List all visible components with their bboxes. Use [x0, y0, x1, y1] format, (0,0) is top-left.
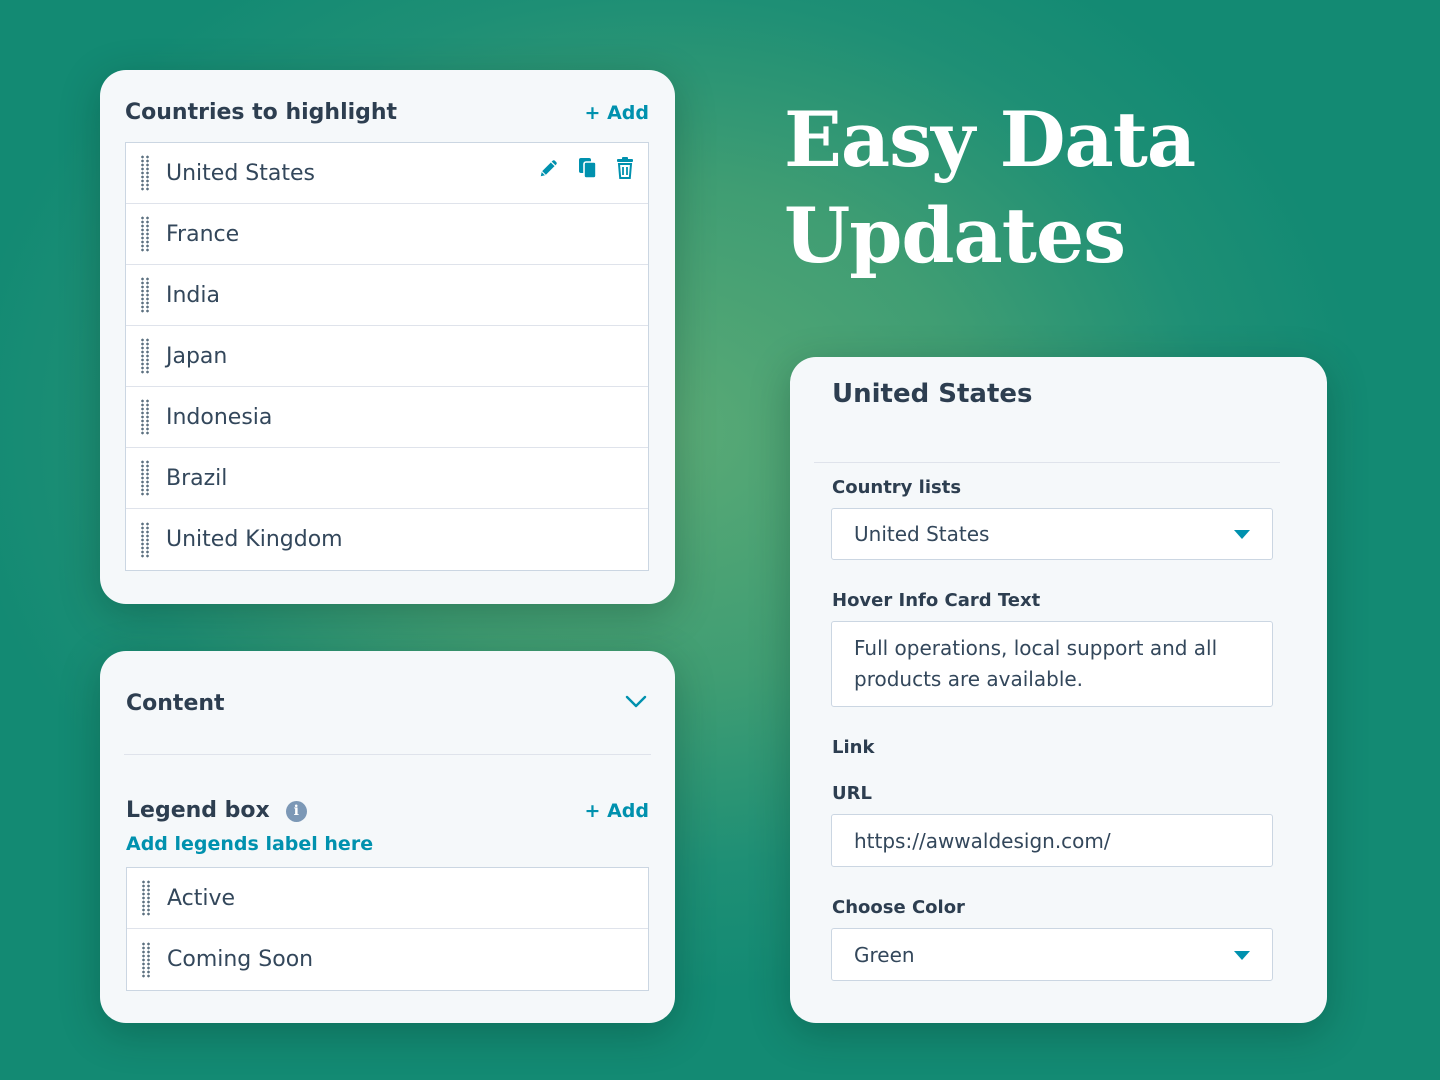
- headline: Easy Data Updates: [784, 92, 1344, 284]
- list-item-label: Indonesia: [166, 404, 273, 430]
- list-item[interactable]: Active: [127, 868, 648, 929]
- row-actions: [538, 157, 634, 179]
- list-item[interactable]: Japan: [126, 326, 648, 387]
- detail-card: United States Country lists United State…: [790, 357, 1327, 1023]
- caret-down-icon: [1234, 530, 1250, 539]
- choose-color-value: Green: [854, 942, 915, 967]
- hover-text-textarea[interactable]: Full operations, local support and all p…: [831, 621, 1273, 707]
- headline-line-1: Easy Data: [784, 95, 1196, 184]
- detail-title: United States: [832, 379, 1033, 409]
- list-item-label: Coming Soon: [167, 947, 314, 972]
- countries-card: Countries to highlight + Add United Stat…: [100, 70, 675, 604]
- choose-color-select[interactable]: Green: [831, 928, 1273, 981]
- list-item-label: United Kingdom: [166, 527, 343, 552]
- list-item[interactable]: Indonesia: [126, 387, 648, 448]
- list-item-label: United States: [166, 160, 315, 186]
- country-lists-select[interactable]: United States: [831, 508, 1273, 560]
- list-item-label: Brazil: [166, 465, 228, 491]
- copy-icon[interactable]: [578, 157, 598, 179]
- legend-header: Legend box i + Add: [126, 798, 649, 823]
- content-title: Content: [126, 691, 225, 716]
- list-item-label: France: [166, 221, 240, 247]
- country-lists-label: Country lists: [832, 477, 962, 498]
- drag-handle-icon[interactable]: [141, 880, 151, 916]
- headline-line-2: Updates: [784, 191, 1126, 280]
- drag-handle-icon[interactable]: [140, 460, 150, 496]
- drag-handle-icon[interactable]: [140, 521, 150, 558]
- legend-title: Legend box i: [126, 798, 307, 823]
- info-icon[interactable]: i: [285, 801, 307, 822]
- detail-divider: [814, 462, 1280, 463]
- url-label: URL: [832, 783, 872, 804]
- countries-title: Countries to highlight: [125, 100, 398, 125]
- add-country-button[interactable]: + Add: [585, 102, 649, 124]
- drag-handle-icon[interactable]: [140, 399, 150, 435]
- list-item[interactable]: United States: [126, 143, 648, 204]
- add-legend-button[interactable]: + Add: [585, 800, 649, 822]
- list-item[interactable]: France: [126, 204, 648, 265]
- list-item-label: Japan: [166, 343, 228, 369]
- countries-header: Countries to highlight + Add: [125, 100, 649, 125]
- drag-handle-icon[interactable]: [140, 277, 150, 313]
- caret-down-icon: [1234, 950, 1250, 960]
- list-item[interactable]: Brazil: [126, 448, 648, 509]
- hover-text-label: Hover Info Card Text: [832, 590, 1041, 611]
- content-header[interactable]: Content: [126, 691, 647, 716]
- list-item-label: India: [166, 282, 220, 308]
- drag-handle-icon[interactable]: [141, 941, 151, 978]
- chevron-down-icon[interactable]: [625, 694, 647, 713]
- drag-handle-icon[interactable]: [140, 338, 150, 374]
- add-legends-label-link[interactable]: Add legends label here: [126, 833, 373, 855]
- drag-handle-icon[interactable]: [140, 216, 150, 252]
- countries-list: United States France India Japan Indones…: [125, 142, 649, 571]
- url-value: https://awwaldesign.com/: [854, 828, 1111, 853]
- pencil-icon[interactable]: [538, 157, 560, 179]
- url-input[interactable]: https://awwaldesign.com/: [831, 814, 1273, 867]
- list-item[interactable]: India: [126, 265, 648, 326]
- trash-icon[interactable]: [616, 157, 634, 179]
- legend-list: Active Coming Soon: [126, 867, 649, 991]
- list-item[interactable]: United Kingdom: [126, 509, 648, 570]
- link-label: Link: [832, 737, 875, 758]
- content-card: Content Legend box i + Add Add legends la…: [100, 651, 675, 1023]
- drag-handle-icon[interactable]: [140, 155, 150, 191]
- choose-color-label: Choose Color: [832, 897, 965, 918]
- list-item-label: Active: [167, 885, 236, 911]
- content-divider: [124, 754, 651, 755]
- list-item[interactable]: Coming Soon: [127, 929, 648, 990]
- country-lists-value: United States: [854, 522, 990, 546]
